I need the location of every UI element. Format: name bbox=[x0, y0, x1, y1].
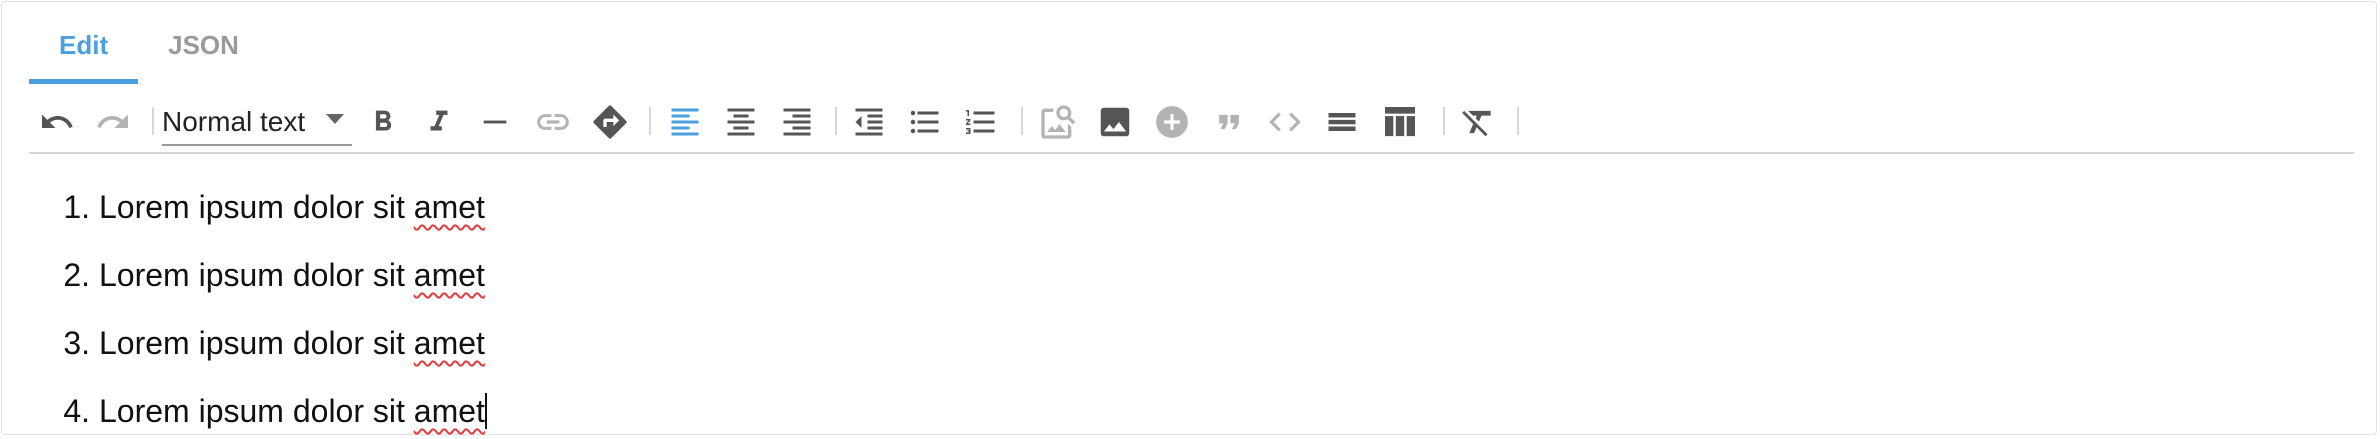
misspelled-word[interactable]: amet bbox=[414, 325, 485, 361]
text-format-select[interactable]: Normal text bbox=[162, 98, 352, 146]
align-center-icon bbox=[727, 108, 755, 136]
toolbar: Normal text bbox=[29, 92, 2354, 154]
formula-icon bbox=[593, 105, 627, 139]
outdent-button[interactable] bbox=[847, 100, 891, 144]
list-text: Lorem ipsum dolor sit bbox=[99, 393, 414, 429]
list-number: 3. bbox=[63, 325, 90, 361]
clear-format-icon bbox=[1462, 110, 1491, 137]
bold-button[interactable] bbox=[361, 100, 405, 144]
list-item: 1. Lorem ipsum dolor sit amet bbox=[30, 179, 485, 235]
redo-icon bbox=[97, 114, 128, 128]
toolbar-separator bbox=[1443, 107, 1445, 135]
tab-bar: Edit JSON bbox=[29, 18, 269, 84]
align-left-button[interactable] bbox=[663, 100, 707, 144]
toolbar-separator bbox=[1517, 107, 1519, 135]
italic-button[interactable] bbox=[417, 100, 461, 144]
image-icon bbox=[1100, 107, 1130, 137]
italic-icon bbox=[430, 110, 448, 131]
align-right-icon bbox=[783, 108, 811, 136]
link-button[interactable] bbox=[531, 100, 575, 144]
toolbar-separator bbox=[1021, 107, 1023, 135]
list-text: Lorem ipsum dolor sit bbox=[99, 189, 414, 225]
list-text: Lorem ipsum dolor sit bbox=[99, 325, 414, 361]
list-number: 2. bbox=[63, 257, 90, 293]
insert-table-button[interactable] bbox=[1378, 100, 1422, 144]
code-icon bbox=[1269, 112, 1301, 132]
align-left-icon bbox=[671, 108, 699, 136]
code-button[interactable] bbox=[1263, 100, 1307, 144]
misspelled-word[interactable]: amet bbox=[414, 257, 485, 293]
misspelled-word[interactable]: amet bbox=[414, 189, 485, 225]
add-icon bbox=[1156, 106, 1188, 138]
blockquote-button[interactable] bbox=[1207, 100, 1251, 144]
editor-frame: Edit JSON Normal text 1. Lorem ipsum dol… bbox=[1, 1, 2377, 435]
align-right-button[interactable] bbox=[775, 100, 819, 144]
text-format-value: Normal text bbox=[162, 106, 306, 137]
image-search-icon bbox=[1041, 105, 1076, 139]
add-button[interactable] bbox=[1150, 100, 1194, 144]
link-icon bbox=[537, 114, 569, 130]
insert-image-button[interactable] bbox=[1093, 100, 1137, 144]
list-item: 3. Lorem ipsum dolor sit amet bbox=[30, 315, 485, 371]
undo-button[interactable] bbox=[35, 100, 79, 144]
list-text: Lorem ipsum dolor sit bbox=[99, 257, 414, 293]
table-icon bbox=[1385, 107, 1415, 137]
misspelled-word[interactable]: amet bbox=[414, 393, 485, 429]
list-item: 4. Lorem ipsum dolor sit amet bbox=[30, 383, 487, 439]
align-center-button[interactable] bbox=[719, 100, 763, 144]
list-number: 4. bbox=[63, 393, 90, 429]
direction-button[interactable] bbox=[588, 100, 632, 144]
tab-edit[interactable]: Edit bbox=[29, 18, 139, 84]
divider-button[interactable] bbox=[1320, 100, 1364, 144]
list-number: 1. bbox=[63, 189, 90, 225]
toolbar-separator bbox=[835, 107, 837, 135]
toolbar-separator bbox=[152, 107, 154, 135]
bullet-list-icon bbox=[910, 110, 939, 134]
clear-formatting-button[interactable] bbox=[1456, 100, 1500, 144]
tab-json[interactable]: JSON bbox=[138, 18, 269, 84]
find-image-button[interactable] bbox=[1036, 100, 1080, 144]
divider-icon bbox=[1328, 113, 1356, 131]
horizontal-rule-button[interactable] bbox=[473, 100, 517, 144]
chevron-down-icon bbox=[326, 114, 344, 124]
toolbar-separator bbox=[649, 107, 651, 135]
outdent-icon bbox=[855, 108, 883, 136]
bullet-list-button[interactable] bbox=[903, 100, 947, 144]
list-item: 2. Lorem ipsum dolor sit amet bbox=[30, 247, 485, 303]
text-cursor bbox=[484, 393, 487, 429]
quote-icon bbox=[1219, 114, 1239, 130]
horizontal-rule-icon bbox=[483, 120, 507, 124]
undo-icon bbox=[42, 114, 73, 128]
editor-content[interactable]: 1. Lorem ipsum dolor sit amet 2. Lorem ips… bbox=[30, 162, 2350, 432]
redo-button[interactable] bbox=[91, 100, 135, 144]
bold-icon bbox=[375, 110, 392, 131]
numbered-list-icon bbox=[966, 110, 995, 134]
numbered-list-button[interactable] bbox=[959, 100, 1003, 144]
